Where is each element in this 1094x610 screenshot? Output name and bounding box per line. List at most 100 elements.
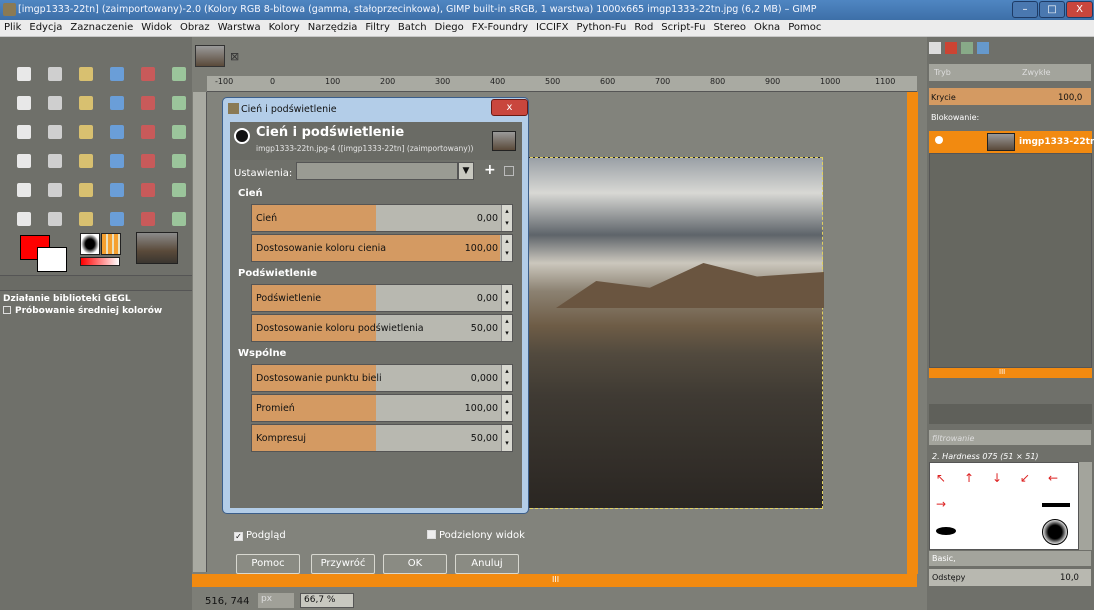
heal-tool-icon[interactable]: [14, 209, 34, 229]
menu-filters[interactable]: Filtry: [361, 20, 394, 33]
arrow-brush-icon[interactable]: ↙: [1020, 471, 1030, 485]
menu-tools[interactable]: Narzędzia: [304, 20, 362, 33]
color-picker-tool-icon[interactable]: [76, 93, 96, 113]
close-button[interactable]: X: [1066, 1, 1093, 18]
fuzzy-select-tool-icon[interactable]: [107, 64, 127, 84]
rotate-tool-icon[interactable]: [76, 122, 96, 142]
ok-button[interactable]: OK: [383, 554, 447, 574]
tool-options-tabs[interactable]: [0, 275, 192, 291]
line-brush-icon[interactable]: [1042, 503, 1070, 507]
color-select-tool-icon[interactable]: [138, 64, 158, 84]
ellipse-select-tool-icon[interactable]: [45, 64, 65, 84]
measure-tool-icon[interactable]: [138, 93, 158, 113]
brush-preview[interactable]: [80, 233, 100, 255]
horizontal-scrollbar[interactable]: III: [192, 574, 917, 587]
menu-fx-foundry[interactable]: FX-Foundry: [468, 20, 532, 33]
checkbox-icon[interactable]: [3, 306, 11, 314]
shadows-slider[interactable]: Cień 0,00 ▴ ▾: [251, 204, 513, 232]
chevron-down-icon[interactable]: ▼: [458, 162, 474, 180]
layers-list[interactable]: [929, 153, 1092, 368]
clone-tool-icon[interactable]: [169, 180, 189, 200]
ink-tool-icon[interactable]: [138, 180, 158, 200]
vertical-ruler[interactable]: [193, 92, 207, 572]
align-tool-icon[interactable]: [14, 122, 34, 142]
brush-dock-tabs[interactable]: [929, 404, 1092, 424]
mybrush-tool-icon[interactable]: [169, 209, 189, 229]
active-image-thumbnail[interactable]: [136, 232, 178, 264]
scale-tool-icon[interactable]: [107, 122, 127, 142]
image-photo-layer[interactable]: [525, 157, 824, 509]
perspective-clone-tool-icon[interactable]: [45, 209, 65, 229]
presets-combo[interactable]: [296, 162, 458, 180]
menu-edit[interactable]: Edycja: [25, 20, 66, 33]
dialog-close-icon[interactable]: x: [491, 99, 528, 116]
menu-layer[interactable]: Warstwa: [214, 20, 265, 33]
dodge-tool-icon[interactable]: [138, 209, 158, 229]
blur-tool-icon[interactable]: [76, 209, 96, 229]
eye-icon[interactable]: [935, 136, 943, 144]
paintbrush-tool-icon[interactable]: [45, 180, 65, 200]
pencil-tool-icon[interactable]: [14, 180, 34, 200]
vertical-scrollbar[interactable]: [907, 92, 918, 574]
foreground-select-tool-icon[interactable]: [14, 93, 34, 113]
split-view-checkbox[interactable]: Podzielony widok: [427, 530, 525, 541]
background-color-swatch[interactable]: [37, 247, 67, 272]
menu-diego[interactable]: Diego: [431, 20, 468, 33]
arrow-brush-icon[interactable]: ↓: [992, 471, 1002, 485]
cage-tool-icon[interactable]: [45, 151, 65, 171]
dock-tabs[interactable]: [929, 40, 999, 56]
flip-tool-icon[interactable]: [14, 151, 34, 171]
menu-image[interactable]: Obraz: [176, 20, 214, 33]
maximize-button[interactable]: □: [1039, 1, 1065, 18]
minimize-button[interactable]: –: [1012, 1, 1038, 18]
bucket-fill-tool-icon[interactable]: [138, 151, 158, 171]
menu-stereo[interactable]: Stereo: [709, 20, 750, 33]
arrow-brush-icon[interactable]: ↖: [936, 471, 946, 485]
gradient-preview[interactable]: [80, 257, 120, 266]
layer-mode-select[interactable]: [929, 64, 1091, 81]
cancel-button[interactable]: Anuluj: [455, 554, 519, 574]
paths-tab-icon[interactable]: [961, 42, 973, 54]
zoom-tool-icon[interactable]: [107, 93, 127, 113]
hardness-brush-icon[interactable]: [1042, 519, 1068, 545]
arrow-brush-icon[interactable]: ↑: [964, 471, 974, 485]
menu-help[interactable]: Pomoc: [784, 20, 825, 33]
brush-scrollbar[interactable]: [1079, 462, 1092, 550]
spin-arrows-icon[interactable]: ▴ ▾: [501, 285, 512, 311]
menu-batch[interactable]: Batch: [394, 20, 431, 33]
scissors-tool-icon[interactable]: [169, 64, 189, 84]
menu-rod[interactable]: Rod: [630, 20, 657, 33]
checkbox-checked-icon[interactable]: ✓: [234, 532, 243, 541]
perspective-tool-icon[interactable]: [169, 122, 189, 142]
menu-python-fu[interactable]: Python-Fu: [573, 20, 631, 33]
horizontal-ruler[interactable]: -100 0 100 200 300 400 500 600 700 800 900 1000 1100: [207, 76, 917, 92]
preview-checkbox[interactable]: ✓ Podgląd: [234, 530, 286, 541]
zoom-select[interactable]: 66,7 %: [300, 593, 354, 608]
image-tab-thumbnail[interactable]: [195, 45, 225, 67]
rect-select-tool-icon[interactable]: [14, 64, 34, 84]
layer-name[interactable]: imgp1333-22tn.: [1019, 137, 1094, 147]
arrow-brush-icon[interactable]: →: [936, 497, 946, 511]
menu-colors[interactable]: Kolory: [265, 20, 304, 33]
radius-slider[interactable]: Promień 100,00 ▴ ▾: [251, 394, 513, 422]
warp-tool-icon[interactable]: [76, 151, 96, 171]
checkbox-icon[interactable]: [427, 530, 436, 539]
ellipse-brush-icon[interactable]: [936, 527, 956, 535]
undo-tab-icon[interactable]: [977, 42, 989, 54]
close-tab-icon[interactable]: ⊠: [230, 50, 239, 63]
spin-arrows-icon[interactable]: ▴ ▾: [501, 395, 512, 421]
menu-windows[interactable]: Okna: [750, 20, 784, 33]
shadows-color-adjust-slider[interactable]: Dostosowanie koloru cienia 100,00 ▴ ▾: [251, 234, 513, 262]
highlights-slider[interactable]: Podświetlenie 0,00 ▴ ▾: [251, 284, 513, 312]
sample-average-option[interactable]: Próbowanie średniej kolorów: [3, 306, 162, 316]
shear-tool-icon[interactable]: [138, 122, 158, 142]
menu-script-fu[interactable]: Script-Fu: [657, 20, 709, 33]
layers-scrollbar[interactable]: III: [929, 368, 1092, 378]
reset-button[interactable]: Przywróć: [311, 554, 375, 574]
menu-view[interactable]: Widok: [137, 20, 176, 33]
compress-slider[interactable]: Kompresuj 50,00 ▴ ▾: [251, 424, 513, 452]
layer-thumbnail[interactable]: [987, 133, 1015, 151]
layers-tab-icon[interactable]: [929, 42, 941, 54]
menu-file[interactable]: Plik: [0, 20, 25, 33]
preset-menu-icon[interactable]: [504, 166, 514, 176]
